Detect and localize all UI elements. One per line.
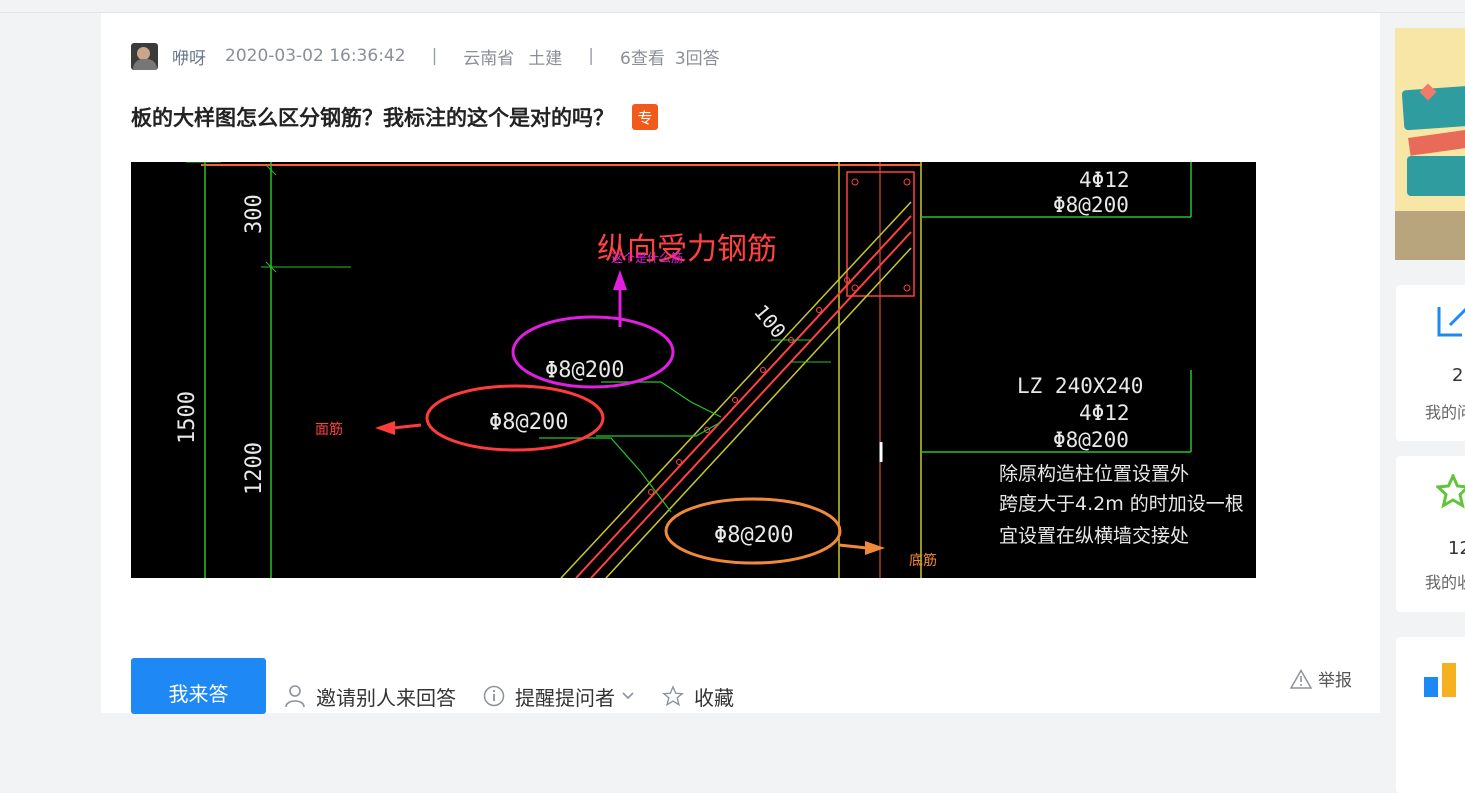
remind-label: 提醒提问者	[515, 685, 615, 710]
column1-stirrup: Φ8@200	[1053, 193, 1129, 217]
my-favorites-card[interactable]: 12 我的收	[1396, 456, 1465, 612]
rebar-label-middle: Φ8@200	[489, 410, 568, 435]
question-card: 咿呀 2020-03-02 16:36:42 | 云南省 土建 | 6查看 3回…	[101, 13, 1380, 716]
my-favorites-count: 12	[1448, 538, 1465, 559]
question-title-text: 板的大样图怎么区分钢筋？我标注的这个是对的吗？	[131, 106, 614, 130]
rebar-label-bottom: Φ8@200	[714, 523, 793, 548]
info-icon	[483, 685, 505, 707]
cad-drawing: 300 1500 1200 100 纵向受力钢筋 这个是什么筋 Φ8@200 Φ…	[175, 162, 1244, 578]
category-tag[interactable]: 土建	[528, 44, 562, 69]
my-questions-card[interactable]: 2 我的问	[1396, 285, 1465, 441]
report-label: 举报	[1318, 671, 1352, 691]
question-meta: 咿呀 2020-03-02 16:36:42 | 云南省 土建 | 6查看 3回…	[131, 41, 720, 71]
chevron-down-icon	[622, 692, 634, 700]
dimension-1200: 1200	[242, 442, 267, 495]
view-count: 6查看	[620, 48, 665, 69]
remind-button[interactable]: 提醒提问者	[483, 662, 635, 711]
dimension-300: 300	[242, 194, 267, 234]
annotation-question: 这个是什么筋	[611, 250, 683, 265]
province-tag[interactable]: 云南省	[463, 44, 514, 69]
invite-button[interactable]: 邀请别人来回答	[284, 662, 456, 711]
banner-decoration	[1408, 128, 1465, 156]
meta-separator: |	[431, 46, 438, 66]
avatar[interactable]	[131, 42, 158, 70]
question-title: 板的大样图怎么区分钢筋？我标注的这个是对的吗？ 专	[131, 101, 658, 133]
question-image[interactable]: 300 1500 1200 100 纵向受力钢筋 这个是什么筋 Φ8@200 Φ…	[131, 162, 1256, 578]
dimension-100: 100	[749, 300, 791, 343]
warning-icon	[1290, 668, 1312, 689]
dimension-1500: 1500	[175, 391, 200, 444]
side-banner[interactable]	[1395, 28, 1465, 260]
chart-icon	[1424, 677, 1438, 697]
question-actions: 我来答 邀请别人来回答 提醒提问者 收藏	[131, 656, 761, 716]
author-name[interactable]: 咿呀	[172, 44, 206, 69]
star-icon	[662, 685, 684, 707]
note-line-3: 宜设置在纵横墙交接处	[999, 525, 1189, 547]
side-card-partial[interactable]	[1396, 637, 1465, 793]
rebar-label-top: Φ8@200	[545, 358, 624, 383]
invite-label: 邀请别人来回答	[316, 685, 456, 710]
favorite-label: 收藏	[694, 685, 734, 710]
column2-bars: 4Φ12	[1079, 401, 1130, 425]
note-line-1: 除原构造柱位置设置外	[999, 463, 1189, 485]
edit-icon	[1437, 307, 1465, 337]
user-icon	[285, 685, 305, 708]
meta-separator: |	[588, 46, 595, 66]
column-lz-title: LZ 240X240	[1017, 374, 1143, 398]
my-questions-count: 2	[1452, 365, 1464, 386]
banner-decoration	[1407, 156, 1465, 196]
chart-icon	[1442, 663, 1456, 697]
report-button[interactable]: 举报	[1290, 666, 1352, 691]
label-face-rebar: 面筋	[315, 421, 343, 438]
answer-count: 3回答	[674, 48, 720, 69]
column1-bars: 4Φ12	[1079, 168, 1130, 192]
column2-stirrup: Φ8@200	[1053, 428, 1129, 452]
expert-badge: 专	[632, 104, 658, 130]
favorite-button[interactable]: 收藏	[662, 662, 734, 711]
post-datetime: 2020-03-02 16:36:42	[225, 46, 406, 66]
label-bottom-rebar: 底筋	[909, 552, 937, 569]
my-favorites-label: 我的收	[1425, 573, 1465, 592]
my-questions-label: 我的问	[1425, 403, 1465, 422]
note-line-2: 跨度大于4.2m 的时加设一根	[999, 493, 1244, 515]
answer-button[interactable]: 我来答	[131, 658, 266, 714]
banner-decoration	[1395, 211, 1465, 260]
star-icon	[1436, 474, 1465, 509]
